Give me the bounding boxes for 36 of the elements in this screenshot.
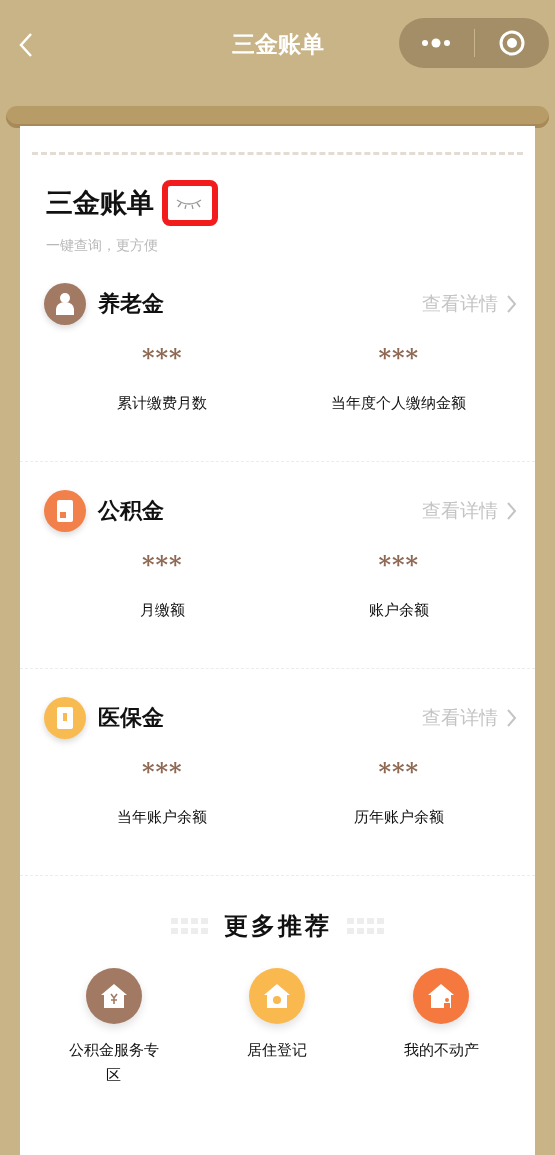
section-title: 公积金 <box>98 496 164 525</box>
field-label: 当年账户余额 <box>117 808 208 827</box>
service-label: 公积金服务专区 <box>67 1040 160 1086</box>
chevron-right-icon <box>506 708 517 728</box>
service-shortcut[interactable]: 居住登记 <box>195 968 360 1088</box>
section-title: 医保金 <box>98 703 164 732</box>
service-label: 我的不动产 <box>402 1040 480 1061</box>
section-title: 养老金 <box>98 289 164 318</box>
service-shortcut[interactable]: 公积金服务专区 <box>32 968 196 1088</box>
section-heading: 更多推荐 <box>223 910 332 942</box>
field-label: 累计缴费月数 <box>117 394 208 413</box>
bill-title: 三金账单 <box>46 186 154 220</box>
document-icon <box>55 499 75 523</box>
chevron-right-icon <box>506 294 517 314</box>
masked-value: *** <box>378 343 420 372</box>
closed-eye-icon <box>175 197 203 209</box>
masked-value: *** <box>141 757 183 786</box>
field-label: 账户余额 <box>368 601 429 620</box>
service-label: 居住登记 <box>246 1040 309 1061</box>
close-icon[interactable] <box>497 29 526 57</box>
more-icon[interactable] <box>421 38 452 48</box>
field-label: 历年账户余额 <box>353 808 444 827</box>
masked-value: *** <box>378 757 420 786</box>
subtitle: 一键查询，更方便 <box>46 237 159 255</box>
field-label: 月缴额 <box>139 601 185 620</box>
service-shortcut[interactable]: 我的不动产 <box>359 968 523 1088</box>
masked-value: *** <box>141 343 183 372</box>
card-icon <box>56 706 74 730</box>
masked-value: *** <box>141 550 183 579</box>
person-icon <box>54 292 76 316</box>
page-title: 三金账单 <box>231 28 324 59</box>
field-label: 当年度个人缴纳金额 <box>331 394 467 413</box>
highlight-frame <box>162 180 218 226</box>
back-icon[interactable] <box>18 32 34 58</box>
masked-value: *** <box>378 550 420 579</box>
chevron-right-icon <box>506 501 517 521</box>
